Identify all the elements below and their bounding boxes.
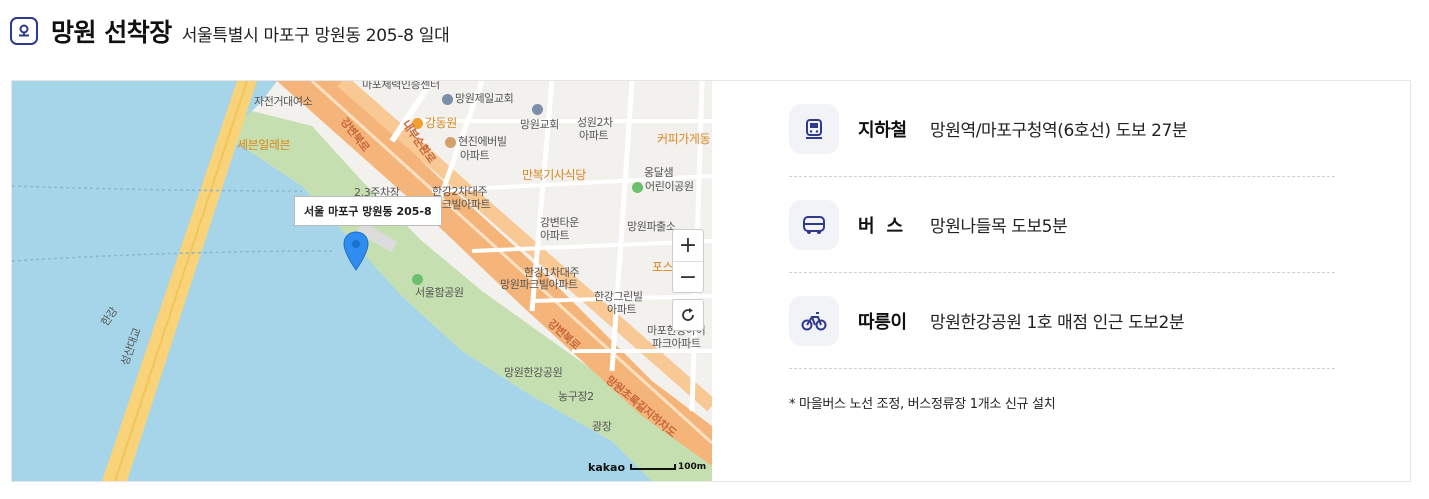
transport-title: 지하철	[858, 119, 907, 141]
map-label	[412, 273, 425, 285]
map-label: 망원제일교회	[442, 93, 514, 105]
transport-row-bus: 버스 망원나들목 도보5분	[789, 177, 1335, 273]
kakao-logo: kakao	[588, 461, 626, 474]
transport-info: 지하철 망원역/마포구청역(6호선) 도보 27분 버스 망원나들목 도보5분	[789, 81, 1335, 412]
page-title: 망원 선착장	[51, 18, 172, 47]
transport-row-bike: 따릉이 망원한강공원 1호 매점 인근 도보2분	[789, 273, 1335, 369]
map-label: 포스	[652, 260, 674, 274]
bicycle-icon	[789, 295, 839, 346]
map-label: 농구장2	[558, 390, 594, 403]
transport-title: 따릉이	[858, 311, 907, 333]
map-label: 자전거대여소	[254, 95, 313, 108]
map-label: 강변타운	[540, 216, 579, 229]
map-label: 현진에버빌	[445, 136, 507, 148]
refresh-icon	[682, 308, 694, 321]
page-address: 서울특별시 마포구 망원동 205-8 일대	[181, 25, 450, 46]
map-address-popup: 서울 마포구 망원동 205-8	[294, 196, 442, 226]
map-label: 만복기사식당	[522, 168, 586, 182]
transport-text: 망원나들목 도보5분	[930, 217, 1068, 237]
map-label: 어린이공원	[632, 181, 694, 193]
map-label: 망원교회	[520, 118, 559, 131]
transport-text: 망원역/마포구청역(6호선) 도보 27분	[930, 121, 1188, 141]
zoom-in-button[interactable]: +	[673, 230, 703, 261]
map-view[interactable]: 마포체력인증센터 망원제일교회 자전거대여소 강동원 망원교회 현진에버빌 아파…	[12, 81, 712, 481]
scale-bar	[630, 464, 676, 470]
zoom-out-button[interactable]: −	[673, 261, 703, 292]
subway-icon	[789, 103, 839, 154]
map-label: 아파트	[460, 149, 490, 162]
map-label: 옹달샘	[644, 166, 674, 179]
map-label: 망원한강공원	[504, 366, 563, 379]
map-label	[532, 103, 545, 115]
map-label: 서울함공원	[415, 286, 464, 299]
map-label: 망원파크빌아파트	[500, 278, 578, 291]
transport-title: 버스	[858, 215, 916, 237]
transport-text: 망원한강공원 1호 매점 인근 도보2분	[930, 313, 1185, 333]
map-label: 한강그린빌	[594, 290, 643, 303]
map-reset-button[interactable]	[672, 299, 704, 331]
scale-label: 100m	[678, 462, 707, 472]
transport-note: * 마을버스 노선 조정, 버스정류장 1개소 신규 설치	[789, 397, 1056, 412]
map-label: 아파트	[607, 303, 637, 316]
map-label: 아파트	[540, 229, 570, 242]
map-label: 아파트	[579, 129, 609, 142]
map-pin-icon[interactable]	[343, 231, 369, 271]
zoom-control: + −	[672, 229, 704, 293]
location-badge-icon	[10, 17, 38, 45]
map-label: 마포체력인증센터	[362, 81, 440, 91]
page-header: 망원 선착장 서울특별시 마포구 망원동 205-8 일대	[10, 14, 450, 48]
map-label: 세븐일레븐	[237, 138, 291, 152]
map-label: 커피가게동	[657, 132, 711, 146]
bus-icon	[789, 199, 839, 250]
map-label: 망원파출소	[627, 220, 676, 233]
map-label: 광장	[592, 420, 612, 433]
map-label: 강동원	[412, 117, 457, 129]
map-label: 파크아파트	[652, 337, 701, 350]
location-panel: 마포체력인증센터 망원제일교회 자전거대여소 강동원 망원교회 현진에버빌 아파…	[11, 80, 1411, 482]
map-label: 성원2차	[577, 116, 613, 129]
transport-row-subway: 지하철 망원역/마포구청역(6호선) 도보 27분	[789, 81, 1335, 177]
